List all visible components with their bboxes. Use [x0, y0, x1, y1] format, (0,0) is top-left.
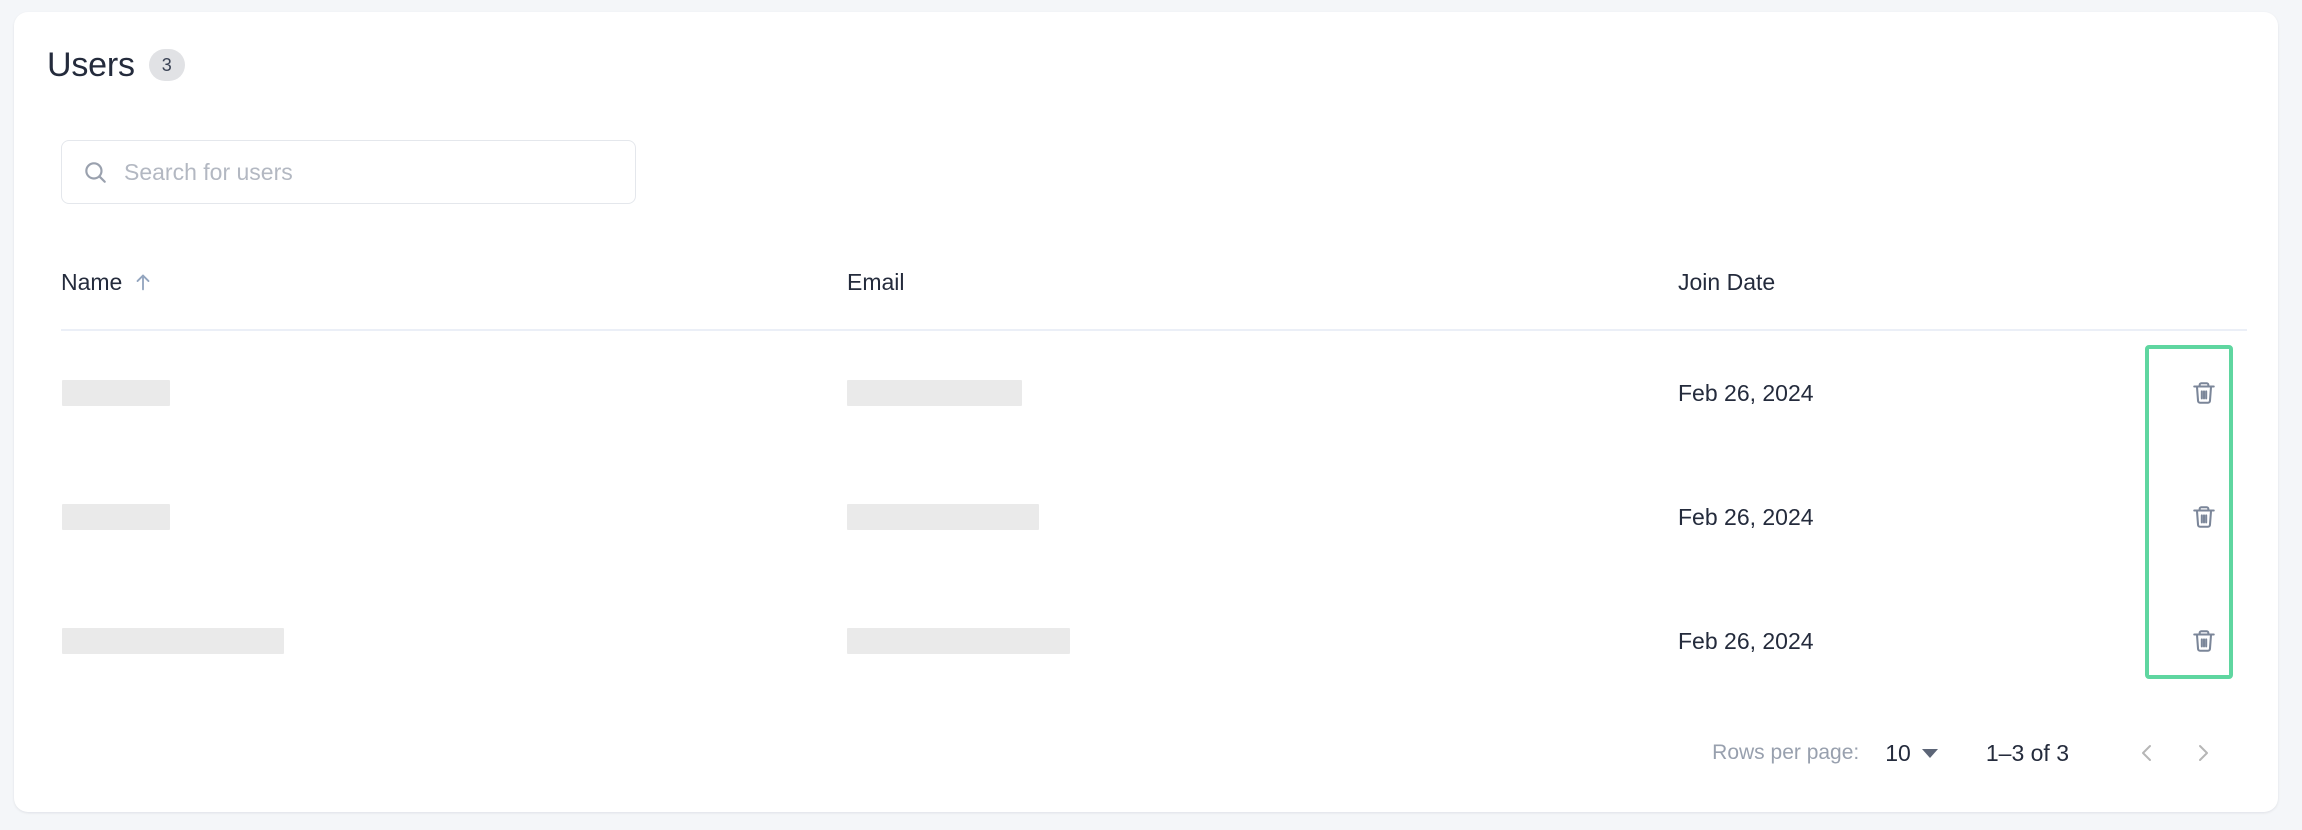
redacted-email — [847, 504, 1039, 530]
cell-actions — [2161, 371, 2247, 415]
pagination: Rows per page: 10 1–3 of 3 — [1712, 730, 2231, 776]
cell-name — [62, 628, 284, 654]
cell-join-date: Feb 26, 2024 — [1678, 628, 1814, 654]
users-card: Users 3 Name Email — [14, 12, 2278, 812]
column-header-join-date-label: Join Date — [1678, 269, 1776, 295]
page-root: Users 3 Name Email — [0, 0, 2302, 830]
cell-email — [847, 380, 1022, 406]
cell-email — [847, 628, 1070, 654]
cell-name — [62, 380, 170, 406]
column-header-name[interactable]: Name — [61, 268, 154, 296]
redacted-name — [62, 628, 284, 654]
delete-user-button[interactable] — [2182, 619, 2226, 663]
chevron-down-icon — [1921, 748, 1938, 758]
search-icon — [85, 162, 106, 183]
cell-actions — [2161, 495, 2247, 539]
chevron-right-icon — [2199, 745, 2208, 761]
column-header-name-label: Name — [61, 269, 123, 295]
users-table: Name Email Join Date Feb 26, 2024 Feb 26… — [61, 250, 2247, 703]
rows-per-page-label: Rows per page: — [1712, 741, 1860, 764]
trash-icon — [2193, 382, 2215, 404]
page-header: Users 3 — [47, 45, 185, 85]
column-header-join-date[interactable]: Join Date — [1678, 268, 1775, 296]
cell-join-date: Feb 26, 2024 — [1678, 380, 1814, 406]
trash-icon — [2193, 630, 2215, 652]
cell-email — [847, 504, 1039, 530]
trash-icon — [2193, 506, 2215, 528]
rows-per-page-select[interactable]: 10 — [1885, 740, 1938, 767]
cell-join-date: Feb 26, 2024 — [1678, 504, 1814, 530]
redacted-name — [62, 380, 170, 406]
table-row[interactable]: Feb 26, 2024 — [61, 579, 2247, 703]
search-box[interactable] — [61, 140, 636, 204]
rows-per-page-value: 10 — [1885, 739, 1911, 766]
search-input[interactable] — [124, 141, 615, 203]
cell-name — [62, 504, 170, 530]
column-header-email[interactable]: Email — [847, 268, 905, 296]
next-page-button[interactable] — [2175, 730, 2231, 776]
cell-actions — [2161, 619, 2247, 663]
delete-user-button[interactable] — [2182, 495, 2226, 539]
chevron-left-icon — [2142, 745, 2151, 761]
delete-user-button[interactable] — [2182, 371, 2226, 415]
redacted-email — [847, 380, 1022, 406]
arrow-up-icon — [136, 274, 150, 291]
previous-page-button[interactable] — [2119, 730, 2175, 776]
user-count-badge: 3 — [148, 49, 185, 81]
redacted-email — [847, 628, 1070, 654]
pagination-range-label: 1–3 of 3 — [1985, 739, 2069, 766]
table-row[interactable]: Feb 26, 2024 — [61, 455, 2247, 579]
table-row[interactable]: Feb 26, 2024 — [61, 331, 2247, 455]
page-title: Users — [47, 46, 135, 84]
column-header-email-label: Email — [847, 269, 905, 295]
table-header-row: Name Email Join Date — [61, 250, 2247, 331]
redacted-name — [62, 504, 170, 530]
